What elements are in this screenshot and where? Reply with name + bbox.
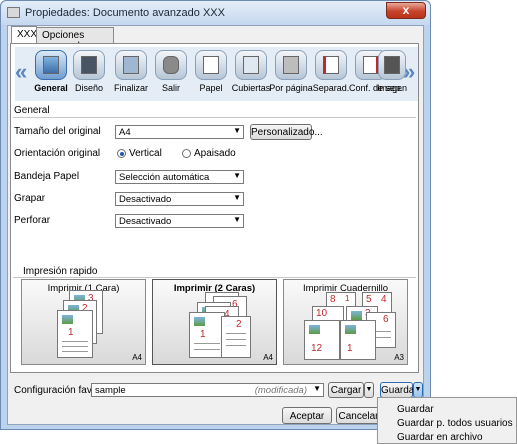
menu-item-save-all-users[interactable]: Guardar p. todos usuarios xyxy=(397,418,513,429)
page-number: 1 xyxy=(347,343,353,354)
load-button[interactable]: Cargar xyxy=(328,382,364,398)
save-button[interactable]: Guardar xyxy=(380,382,418,398)
paper-size-label: A3 xyxy=(394,353,404,362)
general-icon xyxy=(35,50,67,80)
staple-select[interactable]: Desactivado ▼ xyxy=(115,192,244,206)
separator-icon xyxy=(315,50,347,80)
page-thumbnail: 1 xyxy=(57,310,93,358)
save-dropdown-menu: Guardar Guardar p. todos usuarios Guarda… xyxy=(377,397,517,444)
chevron-down-icon: ▼ xyxy=(233,193,241,202)
chevron-down-icon: ▼ xyxy=(365,386,373,393)
page-thumbnail: 12 xyxy=(304,320,340,360)
original-size-label: Tamaño del original xyxy=(14,126,101,137)
image-icon xyxy=(378,50,406,80)
layout-icon xyxy=(73,50,105,80)
page-number: 1 xyxy=(200,329,206,340)
original-size-value: A4 xyxy=(119,127,131,138)
toolbar-label: Separad. xyxy=(312,83,350,93)
quick-print-simplex[interactable]: Imprimir (1 Cara) 3 2 1 A4 xyxy=(21,279,146,365)
page-number: 1 xyxy=(68,327,74,338)
page-number: 2 xyxy=(236,319,242,330)
title-bar: Propiedades: Documento avanzado XXX x xyxy=(1,1,430,25)
staple-value: Desactivado xyxy=(119,194,172,205)
toolbar-label: Imagen xyxy=(377,83,408,93)
toolbar-label: Papel xyxy=(199,83,223,93)
printer-icon xyxy=(7,7,20,18)
section-title-general: General xyxy=(14,105,50,116)
menu-item-save-to-file[interactable]: Guardar en archivo xyxy=(397,432,483,443)
tab-advanced-options[interactable]: Opciones avanzadas xyxy=(36,27,114,52)
toolbar-label: Salir xyxy=(161,83,180,93)
toolbar-label: Por página xyxy=(269,83,313,93)
custom-size-button[interactable]: Personalizado... xyxy=(250,124,323,140)
paper-tray-value: Selección automática xyxy=(119,172,210,183)
page-number: 1 xyxy=(345,294,350,303)
page-thumbnail: 1 xyxy=(340,320,376,360)
page-number: 12 xyxy=(311,343,323,354)
close-button[interactable]: x xyxy=(386,2,426,19)
covers-icon xyxy=(235,50,267,80)
toolbar-label: Diseño xyxy=(74,83,103,93)
page-number: 4 xyxy=(381,294,387,305)
toolbar-image[interactable]: Imagen xyxy=(377,50,407,101)
staple-label: Grapar xyxy=(14,193,46,204)
section-divider xyxy=(13,117,416,118)
toolbar-per-page[interactable]: Por página xyxy=(269,50,313,101)
orientation-horizontal-label: Apaisado xyxy=(194,148,236,159)
chevron-down-icon: ▼ xyxy=(414,386,422,393)
favorite-settings-value: sample xyxy=(95,385,126,396)
per-page-icon xyxy=(275,50,307,80)
quick-print-title: Impresión rapido xyxy=(23,266,98,277)
quick-print-booklet[interactable]: Imprimir Cuadernillo 81 54 10 3 6 12 1 A… xyxy=(283,279,408,365)
page-thumbnail: 2 xyxy=(221,316,251,358)
punch-label: Perforar xyxy=(14,215,51,226)
punch-value: Desactivado xyxy=(119,216,172,227)
window-title: Propiedades: Documento avanzado XXX xyxy=(25,7,225,19)
page-number: 6 xyxy=(383,314,389,325)
modified-status: (modificada) xyxy=(254,385,307,396)
paper-tray-select[interactable]: Selección automática ▼ xyxy=(115,170,244,184)
orientation-horizontal-radio[interactable] xyxy=(182,149,191,158)
favorite-settings-select[interactable]: sample (modificada) ▼ xyxy=(91,383,324,397)
scroll-left-arrow[interactable]: « xyxy=(15,59,27,85)
menu-item-save[interactable]: Guardar xyxy=(397,404,434,415)
paper-size-label: A4 xyxy=(132,353,142,362)
finishing-icon xyxy=(115,50,147,80)
orientation-label: Orientación original xyxy=(14,148,101,159)
tab-xxx[interactable]: XXX xyxy=(11,26,37,44)
load-dropdown-button[interactable]: ▼ xyxy=(364,382,374,398)
toolbar-label: Finalizar xyxy=(113,83,148,93)
ok-button[interactable]: Aceptar xyxy=(282,407,332,424)
orientation-vertical-label: Vertical xyxy=(129,148,162,159)
function-toolbar: « » General Diseño Finalizar Salir Papel… xyxy=(15,47,418,101)
section-divider xyxy=(13,277,416,278)
toolbar-layout[interactable]: Diseño xyxy=(67,50,111,101)
dialog-client: XXX Opciones avanzadas « » General Diseñ… xyxy=(7,25,424,425)
toolbar-label: Cubiertas xyxy=(231,83,271,93)
cancel-button[interactable]: Cancelar xyxy=(336,407,381,424)
toolbar-finishing[interactable]: Finalizar xyxy=(109,50,153,101)
orientation-vertical-radio[interactable] xyxy=(117,149,126,158)
quick-print-duplex[interactable]: Imprimir (2 Caras) 5 6 3 4 1 2 A4 xyxy=(152,279,277,365)
paper-size-label: A4 xyxy=(263,353,273,362)
page-number: 10 xyxy=(316,308,328,319)
paper-icon xyxy=(195,50,227,80)
toolbar-output[interactable]: Salir xyxy=(149,50,193,101)
output-icon xyxy=(155,50,187,80)
page-number: 5 xyxy=(366,294,372,305)
chevron-down-icon: ▼ xyxy=(233,126,241,135)
toolbar-separator[interactable]: Separad. xyxy=(309,50,353,101)
properties-window: Propiedades: Documento avanzado XXX x XX… xyxy=(0,0,431,430)
original-size-select[interactable]: A4 ▼ xyxy=(115,125,244,139)
chevron-down-icon: ▼ xyxy=(233,215,241,224)
chevron-down-icon: ▼ xyxy=(313,384,321,393)
chevron-down-icon: ▼ xyxy=(233,171,241,180)
save-dropdown-button[interactable]: ▼ xyxy=(413,382,423,398)
paper-tray-label: Bandeja Papel xyxy=(14,171,80,182)
punch-select[interactable]: Desactivado ▼ xyxy=(115,214,244,228)
toolbar-covers[interactable]: Cubiertas xyxy=(229,50,273,101)
page-thumbnail: 1 xyxy=(189,312,225,358)
toolbar-paper[interactable]: Papel xyxy=(189,50,233,101)
page-number: 8 xyxy=(330,294,336,305)
